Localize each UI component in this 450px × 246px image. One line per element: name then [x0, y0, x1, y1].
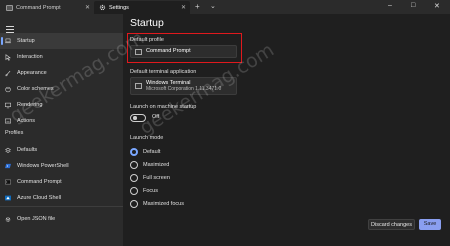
sidebar-item-label: Azure Cloud Shell — [17, 195, 62, 201]
sidebar-item-startup[interactable]: Startup — [0, 33, 123, 49]
radio-label-maximized: Maximized — [143, 162, 170, 168]
default-terminal-dropdown[interactable]: Windows Terminal Microsoft Corporation 1… — [130, 77, 237, 95]
radio-full-screen[interactable] — [130, 174, 138, 182]
sidebar-item-label: Defaults — [17, 147, 38, 153]
launch-on-startup-toggle[interactable] — [130, 114, 146, 122]
tab-settings[interactable]: Settings ✕ — [94, 1, 190, 14]
sidebar-item-actions[interactable]: Actions — [0, 113, 123, 129]
sidebar-item-color-schemes[interactable]: Color schemes — [0, 81, 123, 97]
minimize-button[interactable]: – — [388, 2, 392, 9]
sidebar-item-rendering[interactable]: Rendering — [0, 97, 123, 113]
gear-icon — [5, 216, 11, 222]
layers-icon — [5, 147, 11, 153]
default-terminal-label: Default terminal application — [130, 69, 197, 75]
terminal-icon — [6, 4, 13, 11]
open-json-file-button[interactable]: Open JSON file — [0, 211, 123, 227]
sidebar-item-azure-cloud-shell[interactable]: Azure Cloud Shell — [0, 190, 123, 206]
cursor-icon — [5, 53, 11, 61]
radio-default[interactable] — [130, 148, 138, 156]
radio-label-focus: Focus — [143, 188, 158, 194]
powershell-icon — [5, 163, 11, 169]
sidebar-item-command-prompt[interactable]: Command Prompt — [0, 174, 123, 190]
radio-label-maximized-focus: Maximized focus — [143, 201, 184, 207]
save-button[interactable]: Save — [419, 219, 441, 230]
gear-icon — [98, 4, 106, 12]
terminal-icon — [135, 48, 142, 55]
launch-mode-label: Launch mode — [130, 135, 164, 141]
default-profile-dropdown[interactable]: Command Prompt — [130, 45, 237, 58]
laptop-icon — [5, 38, 11, 44]
page-title: Startup — [130, 17, 164, 29]
settings-footer: Discard changes Save — [123, 212, 450, 246]
paintbrush-icon — [5, 70, 11, 76]
default-terminal-subtext: Microsoft Corporation 1.11.3471.0 — [146, 86, 222, 93]
settings-main: Startup Default profile Command Prompt D… — [123, 14, 450, 246]
default-profile-value: Command Prompt — [146, 48, 191, 55]
radio-maximized[interactable] — [130, 161, 138, 169]
maximize-button[interactable]: □ — [411, 2, 415, 9]
profiles-heading: Profiles — [5, 130, 24, 136]
radio-focus[interactable] — [130, 187, 138, 195]
toggle-state-text: Off — [152, 114, 160, 120]
sidebar-item-label: Actions — [17, 118, 36, 124]
azure-icon — [5, 195, 11, 201]
sidebar-item-label: Startup — [17, 38, 35, 44]
keyboard-icon — [5, 118, 11, 124]
close-button[interactable]: ✕ — [434, 2, 440, 10]
tab-close-icon[interactable]: ✕ — [85, 4, 90, 11]
monitor-icon — [5, 102, 11, 108]
sidebar-item-label: Rendering — [17, 102, 43, 108]
sidebar-item-label: Interaction — [17, 54, 43, 60]
sidebar-item-interaction[interactable]: Interaction — [0, 49, 123, 65]
sidebar-item-windows-powershell[interactable]: Windows PowerShell — [0, 158, 123, 174]
sidebar-divider — [0, 206, 123, 207]
title-bar: Command Prompt ✕ Settings ✕ + ⌄ – □ ✕ — [0, 0, 450, 14]
default-profile-label: Default profile — [130, 37, 164, 43]
settings-sidebar: Startup Interaction Appearance Color sch… — [0, 14, 123, 246]
radio-label-default: Default — [143, 149, 161, 155]
sidebar-item-defaults[interactable]: Defaults — [0, 142, 123, 158]
tab-dropdown-button[interactable]: ⌄ — [210, 2, 216, 10]
terminal-icon — [5, 179, 11, 185]
discard-changes-button[interactable]: Discard changes — [368, 219, 415, 230]
tab-label: Command Prompt — [16, 4, 61, 11]
radio-label-full-screen: Full screen — [143, 175, 170, 181]
terminal-icon — [135, 83, 142, 89]
sidebar-item-label: Command Prompt — [17, 179, 62, 185]
sidebar-item-label: Color schemes — [17, 86, 54, 92]
launch-on-startup-label: Launch on machine startup — [130, 104, 197, 110]
palette-icon — [5, 86, 11, 92]
tab-close-icon[interactable]: ✕ — [181, 4, 186, 11]
tab-command-prompt[interactable]: Command Prompt ✕ — [2, 1, 94, 14]
radio-maximized-focus[interactable] — [130, 200, 138, 208]
tab-label: Settings — [109, 4, 129, 11]
sidebar-item-label: Windows PowerShell — [17, 163, 69, 169]
sidebar-item-appearance[interactable]: Appearance — [0, 65, 123, 81]
sidebar-item-label: Appearance — [17, 70, 47, 76]
new-tab-button[interactable]: + — [195, 2, 200, 11]
open-json-label: Open JSON file — [17, 216, 56, 222]
